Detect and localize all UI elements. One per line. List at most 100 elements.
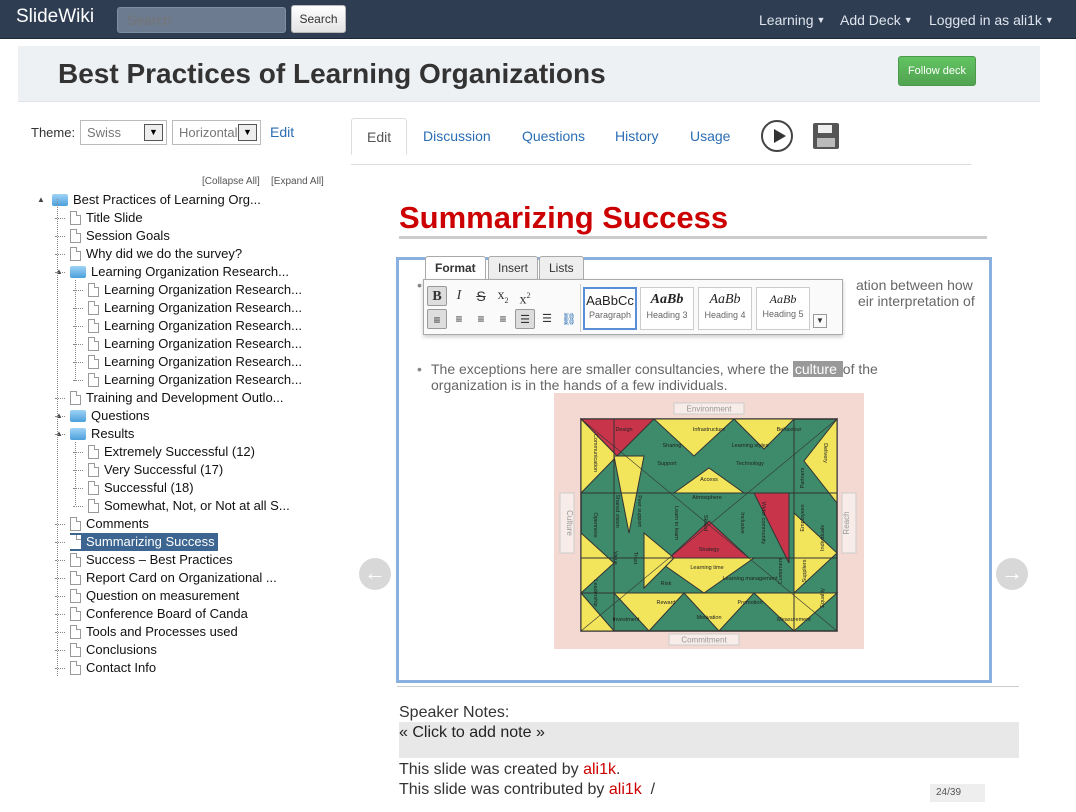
search-input[interactable] [117,7,286,33]
theme-select[interactable]: Swiss ▼ [80,120,167,145]
strikethrough-icon[interactable]: S [471,286,491,306]
save-icon[interactable] [813,123,839,149]
tab-insert[interactable]: Insert [488,256,539,280]
tree-folder[interactable]: Questions [70,407,150,425]
page-icon [70,553,81,567]
tree-slide-item[interactable]: Title Slide [70,209,143,227]
theme-edit-link[interactable]: Edit [270,124,294,140]
play-icon[interactable] [761,120,793,152]
follow-deck-button[interactable]: Follow deck [898,56,976,86]
bullet-2[interactable]: • The exceptions here are smaller consul… [417,361,971,393]
tree-item-label: Comments [86,516,149,531]
menu-user[interactable]: Logged in as ali1k ▼ [929,12,1054,28]
subscript-icon[interactable]: x2 [493,286,513,306]
contributor-user-link[interactable]: ali1k [609,781,642,798]
tab-edit[interactable]: Edit [351,118,408,155]
page-icon [88,445,99,459]
tree-slide-item[interactable]: Report Card on Organizational ... [70,569,277,587]
bullet-dot: • [417,277,422,293]
tree-slide-item[interactable]: Learning Organization Research... [88,335,302,353]
align-left-icon[interactable]: ≡ [427,309,447,329]
tab-discussion[interactable]: Discussion [408,118,506,154]
link-icon[interactable]: ⛓ [559,309,579,329]
style-paragraph[interactable]: AaBbCc Paragraph [583,287,637,330]
diagram-cell-label: Learning management [722,576,778,582]
tree-folder[interactable]: Learning Organization Research... [70,263,289,281]
transition-select-value: Horizontal [179,125,238,140]
menu-learning[interactable]: Learning ▼ [759,12,825,28]
selected-word[interactable]: culture [792,361,843,377]
menu-add-deck[interactable]: Add Deck ▼ [840,12,913,28]
tree-slide-item[interactable]: Extremely Successful (12) [88,443,255,461]
search-button[interactable]: Search [291,5,346,33]
tree-folder[interactable]: Best Practices of Learning Org... [52,191,261,209]
transition-select[interactable]: Horizontal ▼ [172,120,261,145]
diagram-cell-label: Openness [592,512,598,537]
page-icon [70,517,81,531]
brand-logo[interactable]: SlideWiki [16,6,94,28]
style-heading-4[interactable]: AaBb Heading 4 [698,287,752,330]
style-sample: AaBbCc [586,293,634,308]
tree-slide-item[interactable]: Why did we do the survey? [70,245,242,263]
bullet-1-line1-tail: ation between how [856,277,973,293]
tab-lists[interactable]: Lists [539,256,584,280]
diagram-cell-label: Investment [613,617,640,623]
tree-slide-item[interactable]: Somewhat, Not, or Not at all S... [88,497,290,515]
tree-slide-item[interactable]: Tools and Processes used [70,623,238,641]
tab-format[interactable]: Format [425,256,486,280]
tree-slide-item[interactable]: Successful (18) [88,479,194,497]
deck-header: Best Practices of Learning Organizations… [18,46,1040,102]
tree-slide-item[interactable]: Comments [70,515,149,533]
more-styles-icon[interactable]: ▼ [813,314,827,328]
format-toolbar: B I S x2 x2 ≡ ≡ ≡ ≡ ☰ ☰ ⛓ AaBbCc Paragra… [423,279,843,335]
tree-slide-item[interactable]: Learning Organization Research... [88,317,302,335]
tree-item-label: Results [91,426,135,441]
tree-item-label: Conclusions [86,642,157,657]
diagram-cell-label: Employees [800,504,806,531]
tree-connector [75,280,76,381]
tree-slide-item[interactable]: Learning Organization Research... [88,371,302,389]
prev-slide-button[interactable]: ← [359,558,391,590]
superscript-icon[interactable]: x2 [515,286,535,308]
tree-slide-item[interactable]: Learning Organization Research... [88,353,302,371]
slide-title[interactable]: Summarizing Success [399,200,728,236]
next-slide-button[interactable]: → [996,558,1028,590]
tab-history[interactable]: History [600,118,674,154]
tab-usage[interactable]: Usage [675,118,745,154]
style-heading-5[interactable]: AaBb Heading 5 [756,287,810,330]
tree-connector [57,199,58,676]
tree-slide-item[interactable]: Very Successful (17) [88,461,223,479]
speaker-notes-field[interactable]: « Click to add note » [399,722,1019,758]
expand-all-link[interactable]: [Expand All] [271,176,324,187]
align-right-icon[interactable]: ≡ [471,309,491,329]
numbered-list-icon[interactable]: ☰ [537,309,557,329]
tree-slide-item[interactable]: Summarizing Success [70,533,218,551]
tree-slide-item[interactable]: Question on measurement [70,587,239,605]
tree-slide-item[interactable]: Training and Development Outlo... [70,389,284,407]
creator-user-link[interactable]: ali1k [583,761,616,778]
tree-slide-item[interactable]: Learning Organization Research... [88,299,302,317]
page-icon [70,247,81,261]
tree-slide-item[interactable]: Conference Board of Canda [70,605,248,623]
tree-toggle-icon[interactable]: ▲ [37,195,45,204]
style-caption: Paragraph [588,310,632,320]
align-center-icon[interactable]: ≡ [449,309,469,329]
bulleted-list-icon[interactable]: ☰ [515,309,535,329]
style-heading-3[interactable]: AaBb Heading 3 [640,287,694,330]
tree-slide-item[interactable]: Success – Best Practices [70,551,233,569]
created-by-end: . [615,761,621,778]
collapse-all-link[interactable]: [Collapse All] [202,176,260,187]
tree-folder[interactable]: Results [70,425,134,443]
tree-slide-item[interactable]: Learning Organization Research... [88,281,302,299]
italic-icon[interactable]: I [449,286,469,306]
menu-user-label: Logged in as ali1k [929,12,1042,28]
justify-icon[interactable]: ≡ [493,309,513,329]
style-caption: Heading 3 [646,310,688,320]
tree-slide-item[interactable]: Session Goals [70,227,170,245]
tab-questions[interactable]: Questions [507,118,600,154]
contributed-by-line: This slide was contributed by ali1k / [399,781,655,799]
chevron-down-icon: ▼ [144,124,163,141]
tree-slide-item[interactable]: Conclusions [70,641,157,659]
bold-icon[interactable]: B [427,286,447,306]
tree-slide-item[interactable]: Contact Info [70,659,156,677]
